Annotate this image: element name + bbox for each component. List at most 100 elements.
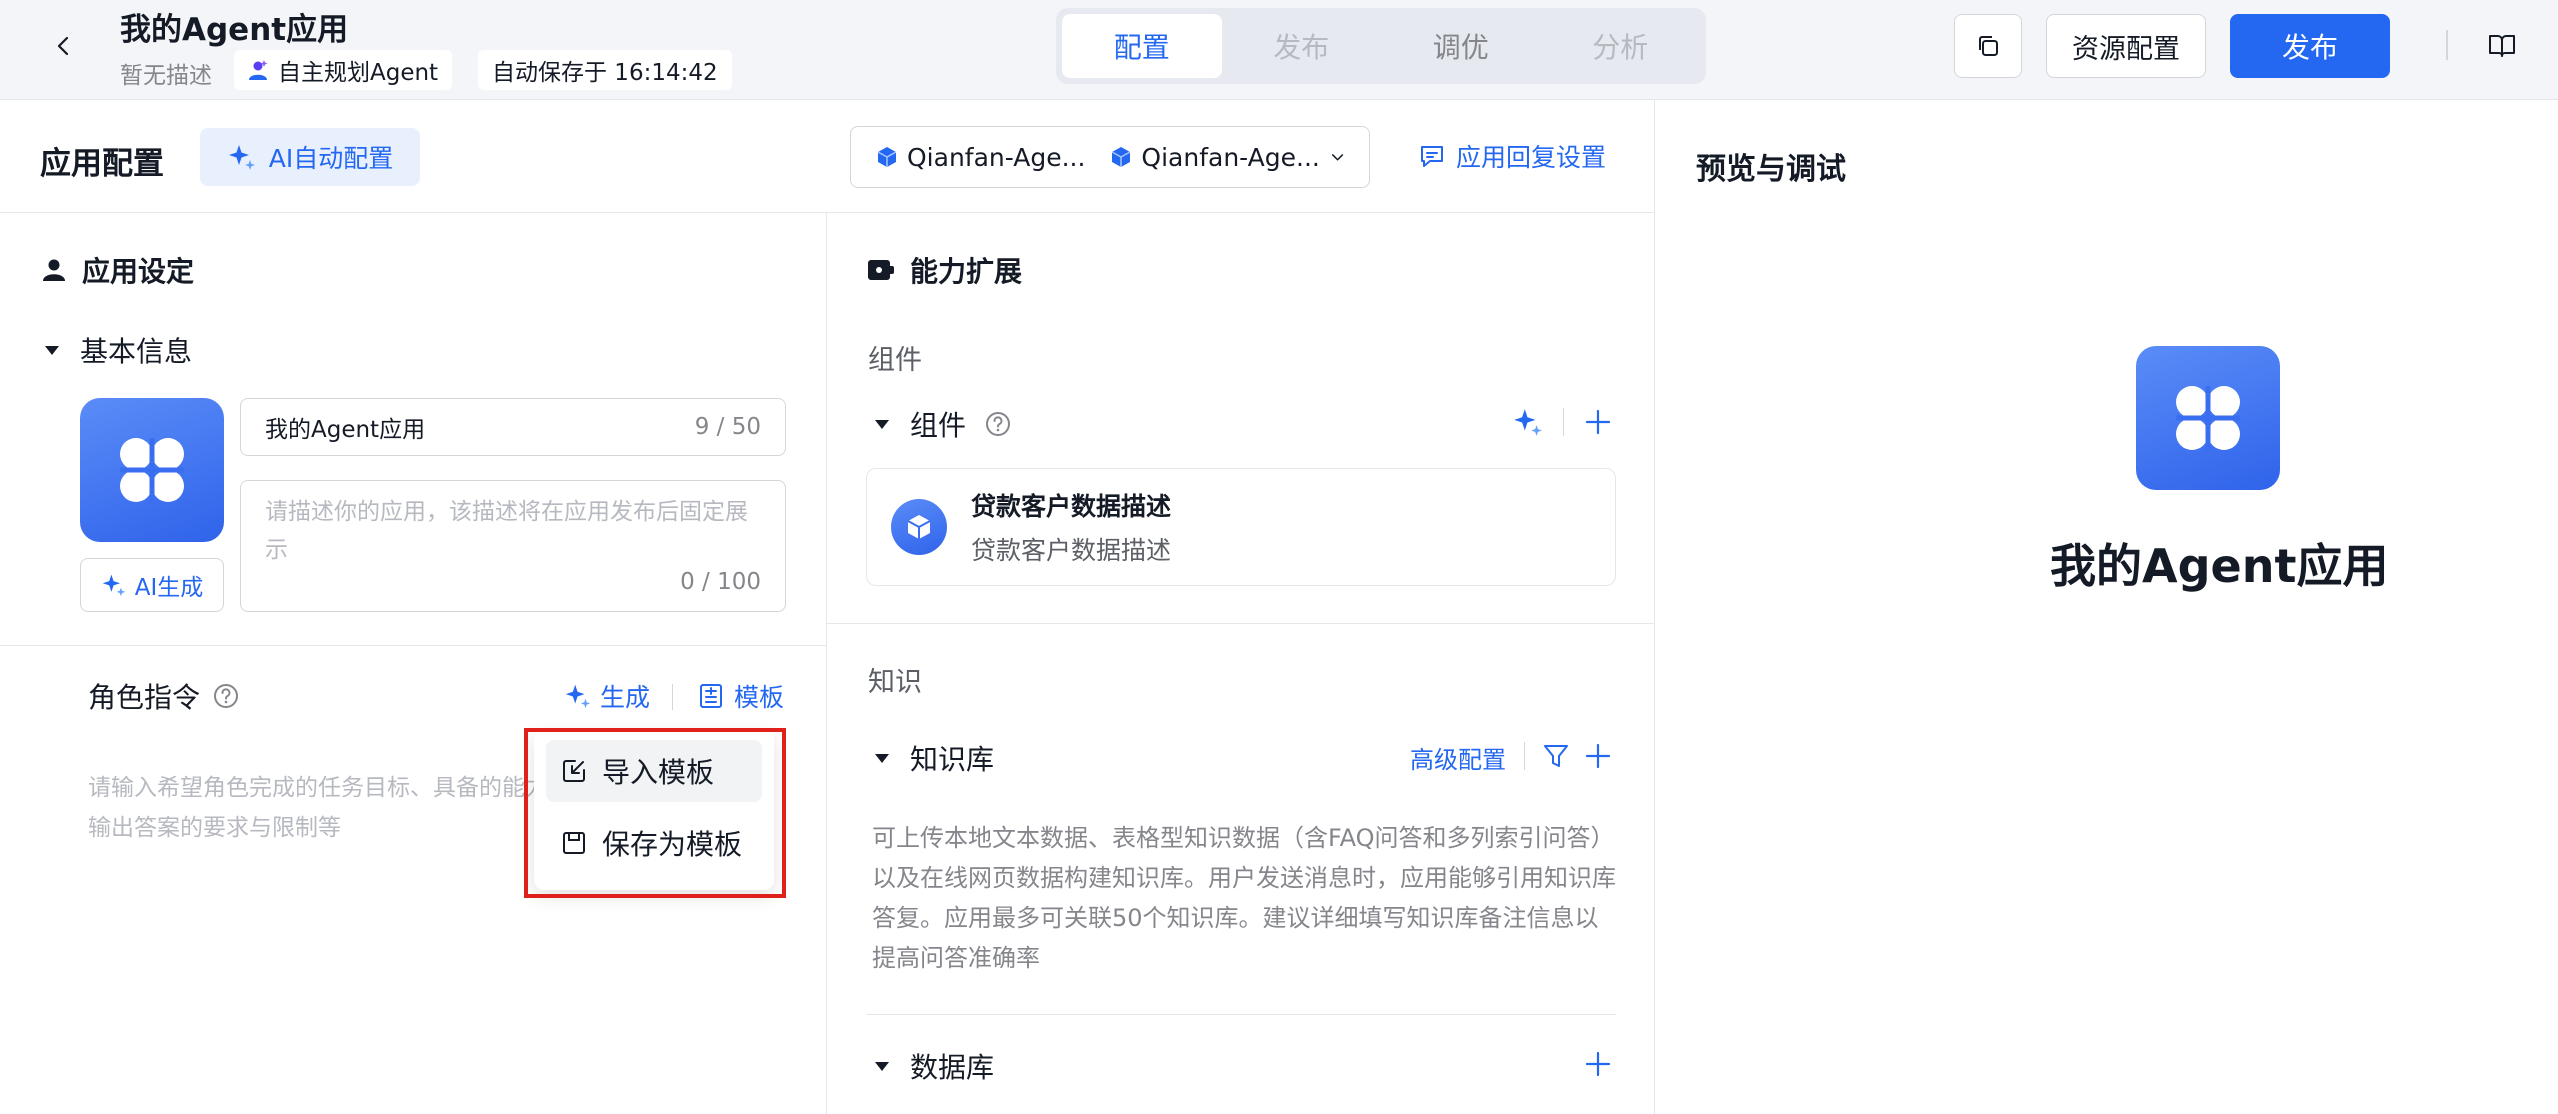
app-description-count: 0 / 100 [680,569,761,595]
app-name-input[interactable]: 我的Agent应用 9 / 50 [240,398,786,456]
section-divider [0,645,826,646]
ai-generate-label: AI生成 [134,575,204,601]
basic-info-label: 基本信息 [80,335,193,368]
knowledge-group-label: 知识 [868,667,922,698]
clover-logo-icon [120,438,184,502]
app-description-input[interactable]: 请描述你的应用，该描述将在应用发布后固定展示 0 / 100 [240,480,786,612]
role-generate-label: 生成 [600,683,651,712]
sparkle-icon [102,574,126,597]
component-card-title: 贷款客户数据描述 [971,492,1172,521]
database-label: 数据库 [910,1051,995,1084]
role-generate-link[interactable]: 生成 [564,678,650,714]
model-cube-icon [1112,147,1131,167]
tab-tune[interactable]: 调优 [1381,14,1541,78]
model-chip-2: Qianfan-Age... [1109,143,1320,172]
model-name-1: Qianfan-Age... [907,142,1086,172]
agent-type-label: 自主规划Agent [278,60,439,86]
component-label: 组件 [910,409,967,442]
icon-divider [1524,742,1525,770]
copy-icon [1979,36,1998,56]
add-component-button[interactable] [1578,404,1618,440]
database-toggle[interactable]: 数据库 [872,1046,994,1086]
section-divider [866,1014,1616,1015]
config-title: 应用配置 [40,146,164,182]
top-header: 我的Agent应用 暂无描述 自主规划Agent 自动保存于 16:14:42 … [0,0,2558,100]
component-card[interactable]: 贷款客户数据描述 贷款客户数据描述 [866,468,1616,586]
app-description: 暂无描述 [120,63,212,89]
caret-down-icon [45,346,59,355]
model-cube-icon [877,147,897,167]
capabilities-header: 能力扩展 [866,250,1022,290]
autosave-status: 自动保存于 16:14:42 [478,50,732,90]
agent-type-tag: 自主规划Agent [234,50,453,90]
add-database-button[interactable] [1578,1046,1618,1082]
reply-settings-link[interactable]: 应用回复设置 [1418,136,1606,176]
sparkle-icon [565,684,591,709]
add-knowledge-button[interactable] [1578,738,1618,774]
app-settings-title: 应用设定 [82,255,195,288]
knowledge-base-toggle[interactable]: 知识库 [872,738,994,778]
help-circle-icon[interactable] [984,410,1012,438]
component-group-label: 组件 [868,345,922,376]
model-select[interactable]: Qianfan-Age... Qianfan-Age... [850,126,1370,188]
chevron-left-icon [57,36,69,56]
cube-icon [907,515,931,539]
component-toggle[interactable]: 组件 [872,404,1012,444]
app-avatar[interactable] [80,398,224,542]
app-settings-header: 应用设定 [40,250,194,290]
column-divider [1654,100,1655,1114]
clover-logo-icon [2176,386,2240,450]
ai-auto-config-label: AI自动配置 [268,144,394,173]
role-template-link[interactable]: 模板 [698,678,784,714]
reply-settings-label: 应用回复设置 [1456,143,1607,172]
advanced-config-link[interactable]: 高级配置 [1410,740,1506,775]
app-description-placeholder: 请描述你的应用，该描述将在应用发布后固定展示 [265,499,748,563]
sparkle-icon [228,145,255,170]
highlight-box [524,728,786,898]
caret-down-icon [875,420,889,429]
column-divider [826,213,827,1114]
section-divider [826,623,1654,624]
link-divider [672,684,673,710]
app-title: 我的Agent应用 [120,12,349,48]
back-button[interactable] [44,26,84,66]
message-icon [1421,146,1443,167]
knowledge-base-description: 可上传本地文本数据、表格型知识数据（含FAQ问答和多列索引问答）以及在线网页数据… [872,824,1616,972]
tab-analysis[interactable]: 分析 [1541,14,1701,78]
copy-button[interactable] [1954,14,2022,78]
icon-divider [1563,408,1564,436]
tab-config[interactable]: 配置 [1062,14,1222,78]
config-bar: 应用配置 AI自动配置 Qianfan-Age... Qianfan-Age..… [0,100,1654,213]
preview-avatar [2136,346,2280,490]
component-card-text: 贷款客户数据描述 贷款客户数据描述 [971,487,1171,567]
component-icon [891,499,947,555]
ai-generate-avatar-button[interactable]: AI生成 [80,558,224,612]
basic-info-toggle[interactable]: 基本信息 [42,330,192,370]
header-divider [2446,30,2448,60]
app-name-count: 9 / 50 [694,414,761,440]
ai-auto-config-button[interactable]: AI自动配置 [200,128,420,186]
app-name-value: 我的Agent应用 [265,417,426,443]
tab-publish[interactable]: 发布 [1222,14,1382,78]
user-icon [43,259,65,281]
plugin-icon [868,260,894,280]
publish-button[interactable]: 发布 [2230,14,2390,78]
plus-icon [1585,1051,1611,1077]
filter-icon [1544,745,1568,767]
plus-icon [1585,743,1611,769]
capabilities-title: 能力扩展 [910,255,1023,288]
component-ai-button[interactable] [1508,404,1548,440]
filter-button[interactable] [1538,738,1574,774]
caret-down-icon [875,1062,889,1071]
main-tabs: 配置 发布 调优 分析 [1056,8,1706,84]
help-circle-icon[interactable] [212,682,240,710]
resource-config-button[interactable]: 资源配置 [2046,14,2206,78]
role-instruction-label: 角色指令 [88,681,201,714]
template-icon [700,684,722,708]
caret-down-icon [875,754,889,763]
knowledge-base-label: 知识库 [910,743,995,776]
plus-icon [1585,409,1611,435]
role-template-label: 模板 [734,683,785,712]
chevron-down-icon [1331,154,1344,161]
docs-button[interactable] [2480,26,2524,66]
